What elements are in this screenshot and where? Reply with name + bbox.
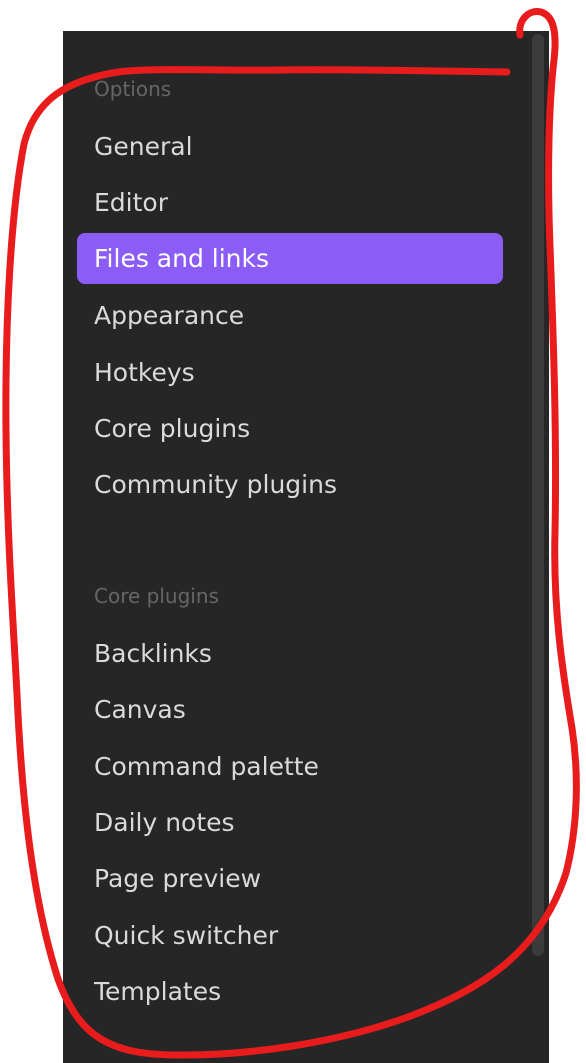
sidebar-item-hotkeys[interactable]: Hotkeys — [77, 347, 503, 398]
section-title-options: Options — [94, 77, 172, 101]
sidebar-item-community-plugins[interactable]: Community plugins — [77, 459, 503, 510]
sidebar-item-page-preview[interactable]: Page preview — [77, 853, 503, 904]
sidebar-item-editor[interactable]: Editor — [77, 177, 503, 228]
sidebar-item-command-palette[interactable]: Command palette — [77, 741, 503, 792]
sidebar-item-backlinks[interactable]: Backlinks — [77, 628, 503, 679]
sidebar-item-core-plugins[interactable]: Core plugins — [77, 403, 503, 454]
sidebar-item-files-and-links[interactable]: Files and links — [77, 233, 503, 284]
sidebar-item-canvas[interactable]: Canvas — [77, 684, 503, 735]
section-title-core-plugins: Core plugins — [94, 584, 219, 608]
sidebar-item-quick-switcher[interactable]: Quick switcher — [77, 910, 503, 961]
sidebar-item-appearance[interactable]: Appearance — [77, 290, 503, 341]
sidebar-item-general[interactable]: General — [77, 121, 503, 172]
sidebar-item-templates[interactable]: Templates — [77, 966, 503, 1017]
sidebar-scrollbar[interactable] — [532, 34, 544, 956]
screenshot-stage: Options General Editor Files and links A… — [0, 0, 586, 1063]
sidebar-item-daily-notes[interactable]: Daily notes — [77, 797, 503, 848]
